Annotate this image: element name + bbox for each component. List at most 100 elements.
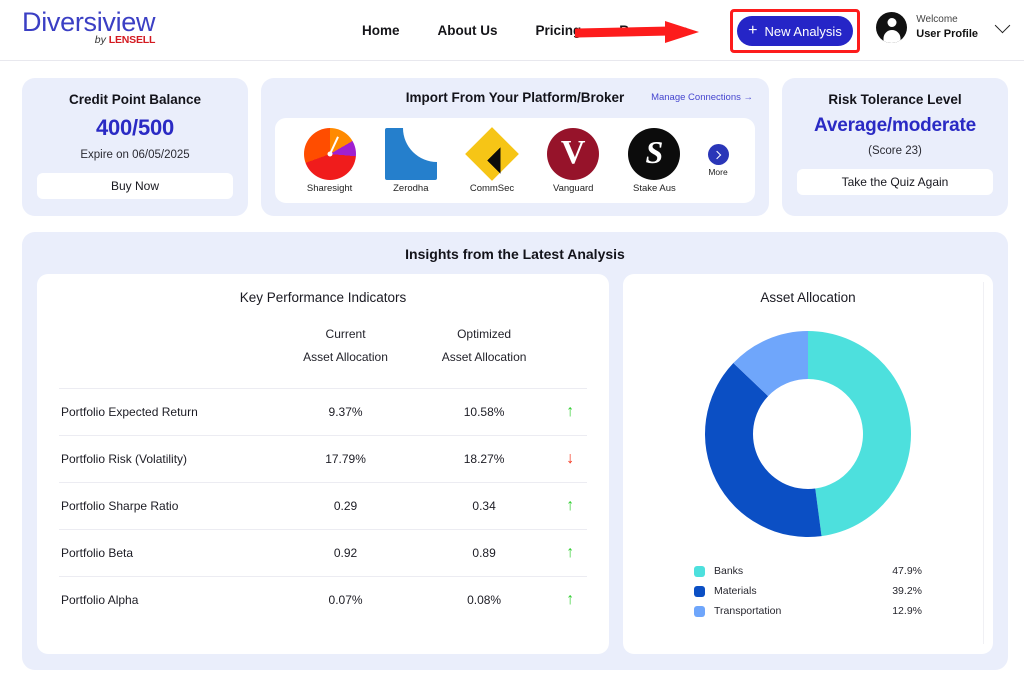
kpi-table: Current Asset Allocation Optimized Asset… <box>59 323 587 624</box>
kpi-col-current: Current Asset Allocation <box>276 323 415 388</box>
new-analysis-button[interactable]: + New Analysis <box>737 16 853 46</box>
stake-logo-icon: S <box>628 127 681 180</box>
kpi-optimized-value: 18.27% <box>414 434 554 483</box>
donut-chart <box>637 323 979 545</box>
user-profile-menu[interactable]: Welcome User Profile <box>876 12 1011 43</box>
nav-item-home[interactable]: Home <box>362 23 400 38</box>
table-row: Portfolio Sharpe Ratio 0.29 0.34 ↑ <box>59 481 587 530</box>
allocation-panel-title: Asset Allocation <box>760 290 856 305</box>
import-platform-card: Import From Your Platform/Broker Manage … <box>261 78 769 216</box>
chevron-down-icon[interactable] <box>994 17 1011 33</box>
broker-item-vanguard[interactable]: V Vanguard <box>533 127 614 194</box>
broker-label: Sharesight <box>306 182 353 194</box>
risk-level-value: Average/moderate <box>814 115 976 136</box>
arrow-up-icon: ↑ <box>566 543 575 561</box>
kpi-metric-label: Portfolio Risk (Volatility) <box>59 434 277 483</box>
kpi-metric-label: Portfolio Alpha <box>59 575 277 624</box>
kpi-col-optimized-line1: Optimized <box>457 327 512 341</box>
kpi-col-optimized: Optimized Asset Allocation <box>415 323 554 388</box>
insights-section-title: Insights from the Latest Analysis <box>405 246 625 262</box>
legend-value: 12.9% <box>892 605 922 617</box>
table-row: Portfolio Beta 0.92 0.89 ↑ <box>59 528 587 577</box>
arrow-up-icon: ↑ <box>566 402 575 420</box>
logo[interactable]: Diversiview by LENSELL <box>22 8 156 47</box>
buy-now-button[interactable]: Buy Now <box>37 173 233 199</box>
kpi-trend-arrow: ↓ <box>553 434 587 483</box>
legend-label: Transportation <box>714 605 782 617</box>
legend-label: Materials <box>714 585 757 597</box>
avatar <box>876 12 908 43</box>
table-header-row: Current Asset Allocation Optimized Asset… <box>59 323 587 388</box>
insights-section: Insights from the Latest Analysis Key Pe… <box>22 232 1008 670</box>
kpi-current-value: 9.37% <box>276 387 415 436</box>
kpi-metric-label: Portfolio Beta <box>59 528 277 577</box>
kpi-col-current-line1: Current <box>325 327 366 341</box>
broker-label: Zerodha <box>393 182 429 194</box>
broker-label: CommSec <box>469 182 515 194</box>
credit-card-title: Credit Point Balance <box>68 92 202 107</box>
nav-item-about-us[interactable]: About Us <box>438 23 498 38</box>
broker-list: Sharesight Zerodha CommSec V Vanguard S … <box>275 118 755 203</box>
kpi-current-value: 0.29 <box>276 481 415 530</box>
credit-balance-value: 400/500 <box>95 115 175 140</box>
kpi-optimized-value: 0.89 <box>414 528 554 577</box>
risk-tolerance-card: Risk Tolerance Level Average/moderate (S… <box>782 78 1008 216</box>
asset-allocation-panel: Asset Allocation Banks 47.9% Materials 39.2… <box>623 274 993 654</box>
nav-item-resources[interactable]: Resources <box>619 23 688 38</box>
brand-lensell-text: LENSELL <box>108 34 156 47</box>
sharesight-logo-icon <box>303 127 356 180</box>
kpi-col-current-line2: Asset Allocation <box>303 350 388 365</box>
legend-label: Banks <box>714 565 744 577</box>
kpi-col-optimized-line2: Asset Allocation <box>441 350 527 365</box>
kpi-current-value: 0.92 <box>276 528 415 577</box>
legend-value: 39.2% <box>892 585 922 597</box>
kpi-col-trend <box>553 323 587 388</box>
kpi-optimized-value: 0.34 <box>414 481 554 530</box>
legend-item: Materials 39.2% <box>694 585 922 597</box>
broker-label: Vanguard <box>552 182 594 194</box>
legend-color-swatch <box>694 585 705 597</box>
broker-item-zerodha[interactable]: Zerodha <box>370 127 451 194</box>
credit-expiry-text: Expire on 06/05/2025 <box>80 149 190 161</box>
panel-scrollbar[interactable] <box>983 282 984 644</box>
broker-item-commsec[interactable]: CommSec <box>451 126 532 194</box>
kpi-trend-arrow: ↑ <box>553 575 587 624</box>
kpi-col-metric <box>59 323 276 388</box>
legend-item: Banks 47.9% <box>694 565 922 577</box>
commsec-logo-icon <box>465 126 519 181</box>
kpi-panel-title: Key Performance Indicators <box>239 290 407 305</box>
plus-icon: + <box>748 22 758 39</box>
kpi-metric-label: Portfolio Sharpe Ratio <box>59 481 277 530</box>
legend-value: 47.9% <box>892 565 922 577</box>
broker-label: Stake Aus <box>633 182 676 194</box>
chevron-right-icon <box>707 144 729 165</box>
kpi-metric-label: Portfolio Expected Return <box>59 387 277 436</box>
broker-item-stake-aus[interactable]: S Stake Aus <box>614 127 695 194</box>
arrow-up-icon: ↑ <box>566 496 575 514</box>
nav-item-pricing[interactable]: Pricing <box>536 23 582 38</box>
kpi-optimized-value: 0.08% <box>414 575 554 624</box>
more-label: More <box>708 167 728 177</box>
table-row: Portfolio Expected Return 9.37% 10.58% ↑ <box>59 387 587 436</box>
kpi-current-value: 17.79% <box>276 434 415 483</box>
summary-cards-row: Credit Point Balance 400/500 Expire on 0… <box>0 61 1024 216</box>
new-analysis-label: New Analysis <box>764 23 842 39</box>
take-quiz-again-button[interactable]: Take the Quiz Again <box>797 169 993 195</box>
credit-point-balance-card: Credit Point Balance 400/500 Expire on 0… <box>22 78 248 216</box>
risk-card-title: Risk Tolerance Level <box>828 92 962 107</box>
kpi-panel: Key Performance Indicators Current Asset… <box>37 274 609 654</box>
allocation-legend: Banks 47.9% Materials 39.2% Transportation 12… <box>694 565 922 617</box>
legend-color-swatch <box>694 565 705 577</box>
brand-by-text: by <box>94 34 106 47</box>
profile-name: User Profile <box>916 27 978 40</box>
table-row: Portfolio Alpha 0.07% 0.08% ↑ <box>59 575 587 624</box>
more-brokers-button[interactable]: More <box>695 144 741 177</box>
manage-connections-link[interactable]: Manage Connections → <box>651 92 753 103</box>
zerodha-logo-icon <box>384 127 437 180</box>
new-analysis-highlight-box: + New Analysis <box>730 9 860 53</box>
broker-item-sharesight[interactable]: Sharesight <box>289 127 370 194</box>
donut-slice-banks[interactable] <box>808 331 912 537</box>
arrow-down-icon: ↓ <box>566 449 575 467</box>
kpi-current-value: 0.07% <box>276 575 415 624</box>
kpi-optimized-value: 10.58% <box>414 387 554 436</box>
